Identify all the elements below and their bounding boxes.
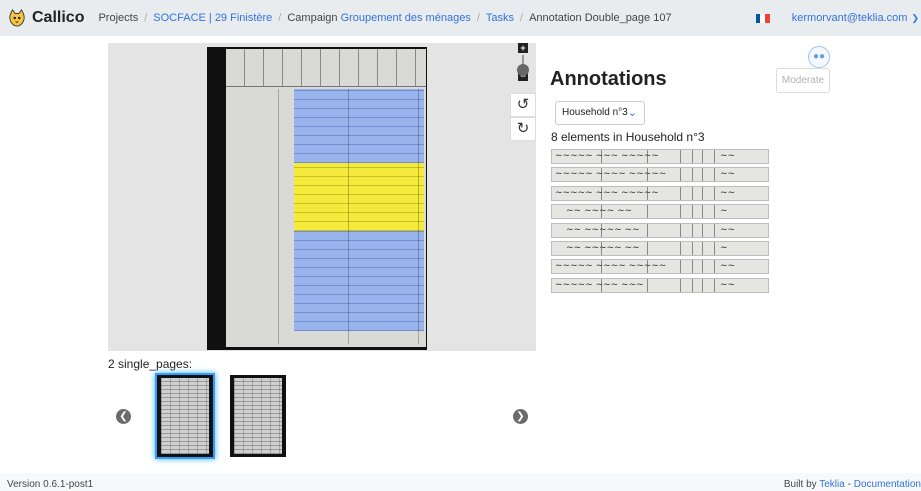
- element-crop[interactable]: ~~~~~ ~~~ ~~~~~ ~~: [551, 185, 769, 201]
- zoom-slider[interactable]: [517, 55, 529, 76]
- document-scan: [207, 47, 427, 350]
- page-thumbnail[interactable]: [157, 375, 213, 457]
- teklia-link[interactable]: Teklia: [819, 479, 845, 490]
- elements-count: 8 elements in Household n°3: [551, 130, 705, 144]
- zoom-slider-handle[interactable]: [517, 64, 529, 76]
- user-menu[interactable]: kermorvant@teklia.com ❯: [755, 0, 921, 36]
- annotations-title: Annotations: [550, 68, 667, 90]
- document-page: [226, 49, 426, 347]
- element-crop[interactable]: ~~~~~ ~~~~ ~~~~~ ~~: [551, 259, 769, 275]
- prev-page-icon[interactable]: ❮: [116, 409, 131, 424]
- documentation-link[interactable]: Documentation: [854, 479, 921, 490]
- breadcrumb-current: Annotation Double_page 107: [529, 12, 672, 24]
- breadcrumb-campaign[interactable]: Groupement des ménages: [341, 12, 471, 24]
- household-select[interactable]: Household n°3 ⌄: [555, 101, 645, 125]
- element-list: ~~~~~ ~~~ ~~~~~ ~~ ~~~~~ ~~~~ ~~~~~ ~~ ~~~…: [551, 149, 769, 296]
- footer: Version 0.6.1-post1 Built by Teklia - Do…: [0, 473, 921, 491]
- breadcrumb-separator: /: [144, 12, 148, 24]
- table-header-region: [226, 49, 426, 87]
- breadcrumb-separator: /: [520, 12, 524, 24]
- breadcrumb-project[interactable]: SOCFACE | 29 Finistère: [153, 12, 272, 24]
- flag-stripe: [765, 13, 770, 23]
- brand-name: Callico: [32, 9, 85, 26]
- breadcrumb-campaign-prefix: Campaign: [287, 12, 338, 24]
- built-by: Built by Teklia - Documentation: [784, 479, 921, 490]
- breadcrumb-projects[interactable]: Projects: [98, 12, 138, 24]
- element-crop[interactable]: ~~~~~ ~~~ ~~~~~ ~~: [551, 149, 769, 164]
- page-thumbnail[interactable]: [230, 375, 286, 457]
- household-select-value: Household n°3: [562, 107, 628, 118]
- image-viewer[interactable]: [108, 43, 536, 351]
- cat-logo-icon: [9, 9, 25, 27]
- chevron-down-icon: ⌄: [627, 107, 637, 119]
- single-pages-label: 2 single_pages:: [108, 357, 193, 371]
- chevron-down-icon[interactable]: ❯: [911, 13, 919, 24]
- element-crop[interactable]: ~~ ~~~~~ ~~ ~: [551, 240, 769, 256]
- breadcrumb-tasks[interactable]: Tasks: [486, 12, 514, 24]
- element-crop[interactable]: ~~~~~ ~~~~ ~~~~~ ~~: [551, 167, 769, 183]
- built-by-label: Built by: [783, 479, 817, 490]
- rotate-right-icon[interactable]: ↻: [510, 117, 536, 141]
- element-crop[interactable]: ~~~~~ ~~~ ~~~ ~~: [551, 277, 769, 293]
- version-label: Version 0.6.1-post1: [7, 479, 94, 490]
- breadcrumb: Projects / SOCFACE | 29 Finistère / Camp…: [98, 12, 671, 24]
- user-group-icon[interactable]: ●●: [808, 46, 830, 68]
- footer-separator: -: [847, 479, 851, 490]
- thumbnail-image: [234, 378, 282, 454]
- thumbnail-image: [161, 378, 209, 454]
- table-grid: [226, 89, 426, 344]
- rotate-left-icon[interactable]: ↺: [510, 93, 536, 117]
- moderate-button[interactable]: Moderate: [776, 68, 830, 93]
- element-crop[interactable]: ~~ ~~~~ ~~ ~: [551, 204, 769, 220]
- element-crop[interactable]: ~~ ~~~~~ ~~ ~~: [551, 222, 769, 238]
- zoom-in-icon[interactable]: +: [518, 43, 528, 53]
- breadcrumb-separator: /: [476, 12, 480, 24]
- top-navbar: Callico Projects / SOCFACE | 29 Finistèr…: [0, 0, 921, 36]
- breadcrumb-separator: /: [278, 12, 282, 24]
- user-email[interactable]: kermorvant@teklia.com: [792, 12, 908, 24]
- next-page-icon[interactable]: ❯: [513, 409, 528, 424]
- french-flag-icon[interactable]: [755, 13, 770, 23]
- brand[interactable]: Callico: [8, 9, 84, 27]
